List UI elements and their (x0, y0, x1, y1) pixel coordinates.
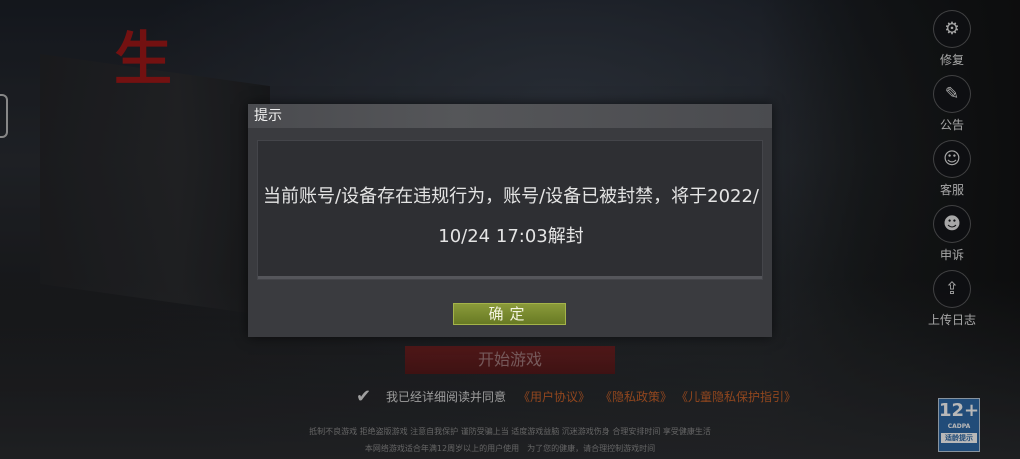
dialog-title: 提示 (248, 104, 772, 128)
ban-notice-dialog: 提示 当前账号/设备存在违规行为，账号/设备已被封禁，将于2022/10/24 … (248, 104, 772, 337)
dialog-scrollbar[interactable] (258, 276, 762, 279)
dialog-message: 当前账号/设备存在违规行为，账号/设备已被封禁，将于2022/10/24 17:… (263, 186, 759, 247)
confirm-button[interactable]: 确定 (453, 303, 566, 325)
dialog-message-box: 当前账号/设备存在违规行为，账号/设备已被封禁，将于2022/10/24 17:… (257, 140, 763, 280)
